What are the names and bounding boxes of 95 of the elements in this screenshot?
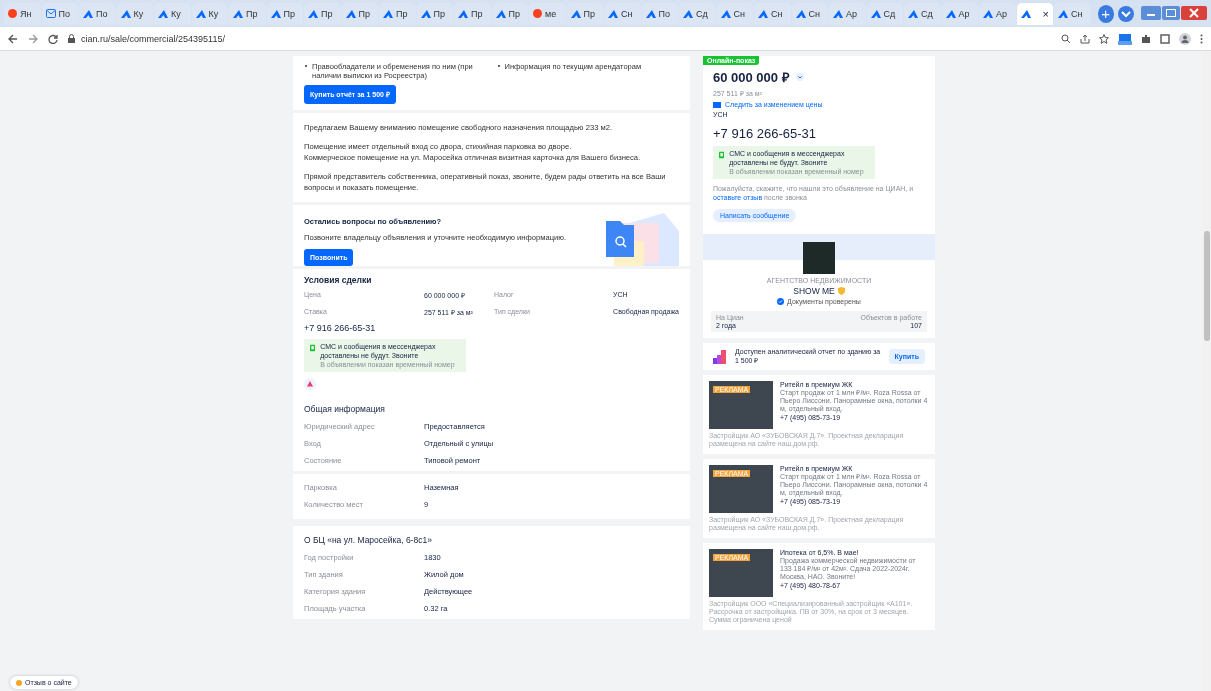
browser-tab[interactable]: Ку	[116, 2, 153, 25]
round-logo-icon	[8, 9, 17, 18]
ad-card[interactable]	[703, 375, 935, 454]
peak-icon	[420, 9, 431, 18]
browser-tab[interactable]: Пр	[341, 2, 378, 25]
section-title: О БЦ «на ул. Маросейка, 6-8с1»	[304, 535, 433, 545]
peak-icon	[270, 9, 281, 18]
browser-tab[interactable]: Сн	[1054, 2, 1091, 25]
peak-icon	[983, 9, 993, 18]
envelope-icon	[45, 9, 56, 18]
bar-chart-icon	[713, 349, 727, 364]
peak-icon	[308, 9, 318, 18]
warning-icon[interactable]	[304, 378, 316, 390]
peak-icon	[158, 9, 168, 18]
url-text: cian.ru/sale/commercial/254395115/	[81, 33, 225, 44]
envelope-icon	[713, 101, 721, 108]
share-icon[interactable]	[1080, 33, 1090, 44]
peak-icon	[758, 9, 768, 18]
star-icon[interactable]	[1099, 33, 1109, 44]
browser-tab[interactable]: По	[79, 2, 116, 25]
browser-tab[interactable]: Сн	[754, 2, 791, 25]
menu-icon[interactable]	[1200, 33, 1203, 44]
new-tab-button[interactable]: +	[1097, 4, 1114, 23]
chevron-icon[interactable]	[795, 73, 804, 81]
browser-tab[interactable]: Сд	[679, 2, 716, 25]
peak-icon	[870, 9, 881, 18]
peak-icon	[1058, 9, 1068, 18]
peak-icon	[233, 9, 243, 18]
browser-tab[interactable]: Пр	[454, 2, 491, 25]
browser-tab[interactable]: Сд	[904, 2, 941, 25]
browser-tab[interactable]: Пр	[566, 2, 603, 25]
peak-icon	[945, 9, 956, 18]
phone-number[interactable]: +7 916 266-65-31	[304, 323, 679, 333]
section-title: Условия сделки	[304, 275, 373, 285]
browser-tab[interactable]: Пр	[491, 2, 528, 25]
browser-tab[interactable]: Пр	[416, 2, 453, 25]
peak-icon	[720, 9, 731, 18]
ad-card[interactable]	[703, 543, 935, 630]
browser-tab[interactable]: Пр	[379, 2, 416, 25]
browser-tab[interactable]: По	[641, 2, 678, 25]
browser-tab[interactable]: ме	[529, 2, 566, 25]
peak-icon	[683, 9, 693, 18]
peak-icon	[120, 9, 131, 18]
section-title: Общая информация	[304, 404, 386, 414]
extension-icon[interactable]	[1118, 32, 1132, 45]
peak-icon	[458, 9, 468, 18]
profile-dropdown-icon[interactable]	[1115, 5, 1137, 22]
peak-icon	[570, 9, 581, 18]
browser-tab[interactable]: Ян	[4, 2, 41, 25]
browser-tab[interactable]: По	[41, 2, 78, 25]
avatar-icon[interactable]	[1179, 32, 1191, 45]
lock-icon	[68, 34, 75, 43]
browser-tab[interactable]: Ар	[979, 2, 1016, 25]
peak-icon	[908, 9, 918, 18]
phone-icon	[719, 150, 725, 160]
puzzle-icon[interactable]	[1141, 33, 1151, 44]
shield-icon	[837, 287, 845, 295]
peak-icon	[833, 9, 843, 18]
browser-tab[interactable]: Сд	[866, 2, 903, 25]
forward-icon[interactable]	[28, 33, 38, 44]
reload-icon[interactable]	[48, 33, 58, 44]
agency-name[interactable]: SHOW ME	[793, 286, 835, 296]
phone-number[interactable]: +7 916 266-65-31	[713, 126, 925, 141]
peak-icon	[795, 9, 806, 18]
browser-tab[interactable]: Пр	[229, 2, 266, 25]
back-icon[interactable]	[8, 33, 18, 44]
browser-tab[interactable]: Сн	[604, 2, 641, 25]
zoom-icon[interactable]	[1061, 33, 1071, 44]
sidebar-icon[interactable]	[1160, 33, 1170, 44]
browser-tab[interactable]: Ку	[154, 2, 191, 25]
browser-tab[interactable]: Пр	[304, 2, 341, 25]
phone-icon	[310, 343, 316, 353]
price: 60 000 000 ₽	[713, 69, 790, 86]
peak-icon	[383, 9, 393, 18]
peak-icon	[195, 9, 206, 18]
peak-icon	[645, 9, 656, 18]
browser-tab[interactable]: ×	[1016, 2, 1053, 25]
ad-card[interactable]	[703, 459, 935, 538]
browser-tab[interactable]: Сн	[716, 2, 753, 25]
dot-icon	[16, 679, 22, 686]
peak-icon	[345, 9, 356, 18]
agency-logo	[803, 242, 835, 274]
checkmark-icon	[777, 298, 785, 305]
browser-tab[interactable]: Ар	[829, 2, 866, 25]
browser-tab[interactable]: Пр	[266, 2, 303, 25]
round-logo-icon	[533, 9, 542, 18]
browser-tab[interactable]: Сн	[791, 2, 828, 25]
scrollbar-thumb[interactable]	[1203, 231, 1210, 341]
peak-icon	[83, 9, 93, 18]
peak-icon	[608, 9, 618, 18]
browser-tab[interactable]: Ку	[191, 2, 228, 25]
peak-icon	[1020, 9, 1031, 18]
browser-tab[interactable]: Ар	[941, 2, 978, 25]
peak-icon	[495, 9, 506, 18]
window-controls-icon[interactable]	[1141, 5, 1207, 22]
